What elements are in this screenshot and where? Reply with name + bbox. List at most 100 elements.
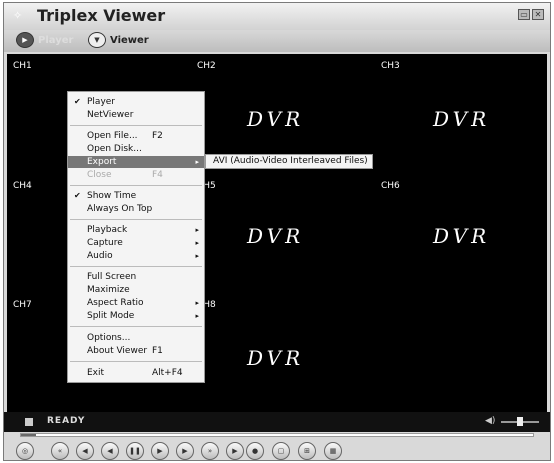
- menu-item-capture[interactable]: Capture ▸: [68, 237, 204, 249]
- triplex-viewer-window: ✧ Triplex Viewer ▭ ✕ ▶ Player ▼ Viewer C…: [3, 2, 551, 461]
- menu-item-label: Player: [87, 97, 116, 107]
- menu-item-audio[interactable]: Audio ▸: [68, 250, 204, 262]
- dvr-watermark: DVR: [433, 107, 491, 131]
- menu-divider: [70, 219, 202, 220]
- check-icon: ✔: [74, 97, 81, 106]
- menu-item-label: Playback: [87, 225, 128, 235]
- submenu-arrow-icon: ▸: [195, 239, 199, 247]
- rewind-icon[interactable]: ◀: [76, 442, 94, 460]
- single-view-icon[interactable]: ▢: [272, 442, 290, 460]
- grid-view-icon[interactable]: ▦: [324, 442, 342, 460]
- menu-item-label: Open File...: [87, 131, 138, 141]
- submenu-item-avi[interactable]: AVI (Audio-Video Interleaved Files): [205, 154, 373, 169]
- menu-item-player[interactable]: ✔ Player: [68, 96, 204, 108]
- title-bar: ✧ Triplex Viewer ▭ ✕: [4, 3, 550, 30]
- dvr-watermark: DVR: [433, 224, 491, 248]
- menu-item-label: Maximize: [87, 285, 130, 295]
- minimize-icon[interactable]: ▭: [518, 9, 530, 20]
- menu-item-aspect-ratio[interactable]: Aspect Ratio ▸: [68, 297, 204, 309]
- seek-bar[interactable]: [20, 433, 534, 437]
- window-buttons: ▭ ✕: [518, 9, 544, 20]
- status-indicator-icon: [25, 418, 33, 426]
- channel-label: CH3: [381, 61, 400, 71]
- menu-item-options[interactable]: Options...: [68, 332, 204, 344]
- snapshot-icon[interactable]: ●: [246, 442, 264, 460]
- menu-item-exit[interactable]: Exit Alt+F4: [68, 367, 204, 379]
- seek-bar-progress: [21, 434, 37, 436]
- menu-item-close: Close F4: [68, 169, 204, 181]
- menu-item-label: About Viewer: [87, 346, 148, 356]
- menu-item-label: NetViewer: [87, 110, 134, 120]
- menu-item-full-screen[interactable]: Full Screen: [68, 271, 204, 283]
- menu-item-label: Open Disk...: [87, 144, 142, 154]
- menu-shortcut: F1: [152, 346, 163, 356]
- fast-forward-icon[interactable]: »: [201, 442, 219, 460]
- submenu-arrow-icon: ▸: [195, 312, 199, 320]
- pause-icon[interactable]: ❚❚: [126, 442, 144, 460]
- channel-label: CH2: [197, 61, 216, 71]
- menu-item-about-viewer[interactable]: About Viewer F1: [68, 345, 204, 357]
- volume-slider-handle[interactable]: [517, 417, 523, 426]
- menu-item-label: Exit: [87, 368, 105, 378]
- menu-divider: [70, 185, 202, 186]
- viewer-mode-button[interactable]: ▼ Viewer: [88, 32, 149, 48]
- check-icon: ✔: [74, 191, 81, 200]
- speaker-icon[interactable]: ◀): [485, 416, 495, 426]
- menu-item-label: Split Mode: [87, 311, 135, 321]
- menu-item-maximize[interactable]: Maximize: [68, 284, 204, 296]
- menu-item-label: Capture: [87, 238, 123, 248]
- menu-item-split-mode[interactable]: Split Mode ▸: [68, 310, 204, 322]
- player-mode-label: Player: [38, 34, 74, 46]
- close-icon[interactable]: ✕: [532, 9, 544, 20]
- menu-item-show-time[interactable]: ✔ Show Time: [68, 190, 204, 202]
- menu-item-netviewer[interactable]: NetViewer: [68, 109, 204, 121]
- menu-shortcut: F4: [152, 170, 163, 180]
- menu-item-label: Show Time: [87, 191, 137, 201]
- menu-item-export[interactable]: Export ▸: [68, 156, 204, 168]
- menu-item-label: Close: [87, 170, 112, 180]
- menu-item-label: Export: [87, 157, 117, 167]
- triplex-app-icon: ✧: [13, 9, 23, 22]
- status-bar: READY ◀): [4, 412, 550, 432]
- player-mode-button[interactable]: ▶ Player: [16, 32, 73, 48]
- viewer-icon: ▼: [88, 32, 106, 48]
- menu-shortcut: Alt+F4: [152, 368, 183, 378]
- dvr-watermark: DVR: [247, 346, 305, 370]
- menu-divider: [70, 326, 202, 327]
- play-icon: ▶: [16, 32, 34, 48]
- menu-item-label: Full Screen: [87, 272, 137, 282]
- menu-item-open-file[interactable]: Open File... F2: [68, 130, 204, 142]
- channel-label: CH6: [381, 181, 400, 191]
- context-menu: ✔ Player NetViewer Open File... F2 Open …: [67, 91, 205, 383]
- speed-icon[interactable]: ◎: [16, 442, 34, 460]
- menu-divider: [70, 266, 202, 267]
- menu-item-open-disk[interactable]: Open Disk...: [68, 143, 204, 155]
- status-text: READY: [47, 416, 86, 426]
- dvr-watermark: DVR: [247, 107, 305, 131]
- fast-rewind-icon[interactable]: «: [51, 442, 69, 460]
- submenu-arrow-icon: ▸: [195, 226, 199, 234]
- menu-item-playback[interactable]: Playback ▸: [68, 224, 204, 236]
- submenu-arrow-icon: ▸: [195, 158, 199, 166]
- next-icon[interactable]: ▶: [226, 442, 244, 460]
- step-forward-icon[interactable]: ▶: [151, 442, 169, 460]
- channel-label: CH7: [13, 300, 32, 310]
- menu-divider: [70, 361, 202, 362]
- playback-controls: ◎ «◀ ◀ ❚❚ ▶ ▶» ▶ ● ▢ ⊞ ▦: [4, 439, 550, 460]
- menu-item-label: Always On Top: [87, 204, 153, 214]
- window-title: Triplex Viewer: [37, 6, 166, 25]
- viewer-mode-label: Viewer: [110, 34, 149, 46]
- step-back-icon[interactable]: ◀: [101, 442, 119, 460]
- menu-shortcut: F2: [152, 131, 163, 141]
- menu-divider: [70, 125, 202, 126]
- menu-item-label: Options...: [87, 333, 131, 343]
- menu-item-label: Aspect Ratio: [87, 298, 144, 308]
- submenu-arrow-icon: ▸: [195, 252, 199, 260]
- submenu-arrow-icon: ▸: [195, 299, 199, 307]
- channel-label: CH4: [13, 181, 32, 191]
- quad-view-icon[interactable]: ⊞: [298, 442, 316, 460]
- play-icon[interactable]: ▶: [176, 442, 194, 460]
- dvr-watermark: DVR: [247, 224, 305, 248]
- mode-bar: ▶ Player ▼ Viewer: [4, 30, 550, 52]
- menu-item-always-on-top[interactable]: Always On Top: [68, 203, 204, 215]
